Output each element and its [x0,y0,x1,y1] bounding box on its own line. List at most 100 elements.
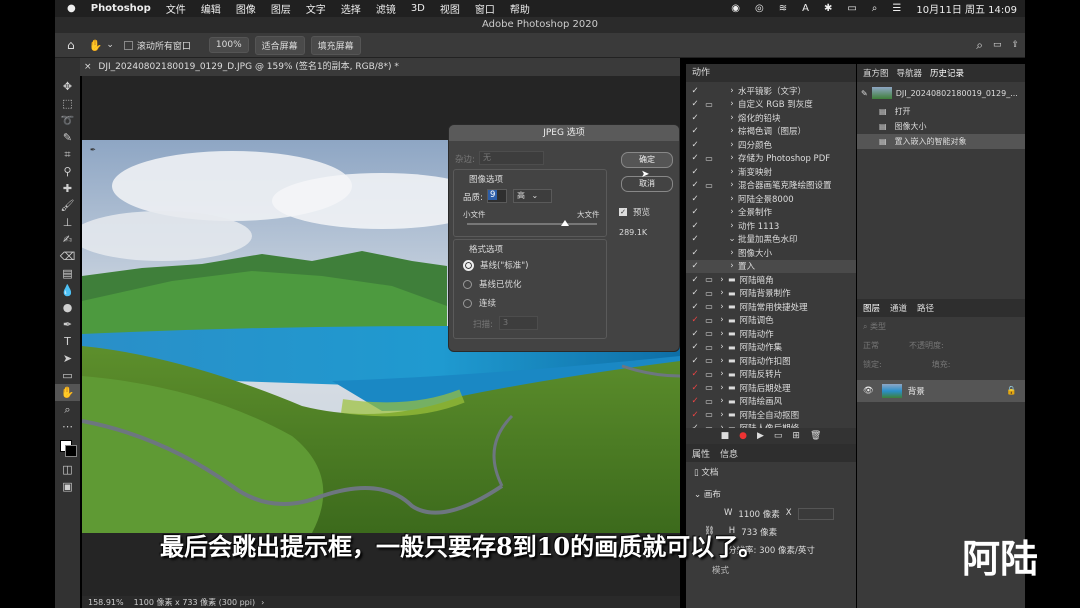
action-row[interactable]: ✓ › 图像大小 [686,246,856,260]
brush-tool-icon[interactable]: 🖌 [55,197,80,214]
zoom-level[interactable]: 158.91% [88,598,124,607]
dialog-toggle-icon[interactable]: ▭ [702,316,716,325]
document-size[interactable]: 1100 像素 x 733 像素 (300 ppi) [134,597,256,608]
checkmark-icon[interactable]: ✓ [688,275,702,285]
chevron-right-icon[interactable]: › [726,180,738,190]
action-row[interactable]: ✓ › 渐变映射 [686,165,856,179]
blur-tool-icon[interactable]: 💧 [55,282,80,299]
checkmark-icon[interactable]: ✓ [688,234,702,244]
menu-type[interactable]: 文字 [306,1,326,16]
quick-mask-icon[interactable]: ◫ [55,461,80,478]
action-row[interactable]: ✓ ▭ › ▬ 阿陆调色 [686,314,856,328]
app-menu[interactable]: Photoshop [91,3,151,14]
quality-slider[interactable] [467,220,597,226]
slider-thumb[interactable] [560,220,569,226]
menu-edit[interactable]: 编辑 [201,1,221,16]
record-icon[interactable]: ◉ [731,3,740,14]
fill-screen-button[interactable]: 填充屏幕 [310,35,361,55]
checkmark-icon[interactable]: ✓ [688,315,702,325]
home-icon[interactable]: ⌂ [67,38,75,52]
menu-file[interactable]: 文件 [166,1,186,16]
menu-select[interactable]: 选择 [341,1,361,16]
chevron-right-icon[interactable]: › [726,153,738,163]
checkmark-icon[interactable]: ✓ [688,221,702,231]
layer-row[interactable]: 👁 背景 🔒 [857,380,1025,402]
action-row[interactable]: ✓ ▭ › 混合器画笔克隆绘图设置 [686,179,856,193]
dialog-toggle-icon[interactable]: ▭ [702,329,716,338]
chevron-right-icon[interactable]: › [716,329,728,339]
checkmark-icon[interactable]: ✓ [688,369,702,379]
chevron-right-icon[interactable]: › [716,315,728,325]
hand-tool-icon[interactable]: ✋ [55,384,80,401]
pen-tool-icon[interactable]: ✒ [55,316,80,333]
action-row[interactable]: ✓ › 棕褐色调（图层） [686,125,856,139]
checkmark-icon[interactable]: ✓ [688,302,702,312]
color-swatches-icon[interactable] [55,435,80,461]
menu-layer[interactable]: 图层 [271,1,291,16]
tab-history[interactable]: 历史记录 [930,67,964,79]
record-icon[interactable]: ● [739,431,747,441]
lasso-tool-icon[interactable]: ➰ [55,112,80,129]
dodge-tool-icon[interactable]: ● [55,299,80,316]
action-row[interactable]: ✓ ▭ › ▬ 阿陆后期处理 [686,381,856,395]
chevron-right-icon[interactable]: › [726,207,738,217]
chevron-right-icon[interactable]: › [726,167,738,177]
action-row[interactable]: ✓ ▭ › ▬ 阿陆全自动抠图 [686,408,856,422]
fit-screen-button[interactable]: 适合屏幕 [254,35,305,55]
format-progressive-radio[interactable]: 连续 [463,297,496,309]
chevron-right-icon[interactable]: › [726,248,738,258]
document-tab[interactable]: × DJI_20240802180019_0129_D.JPG @ 159% (… [80,58,680,76]
dialog-toggle-icon[interactable]: ▭ [702,410,716,419]
checkmark-icon[interactable]: ✓ [688,167,702,177]
checkmark-icon[interactable]: ✓ [688,86,702,96]
checkmark-icon[interactable]: ✓ [688,99,702,109]
marquee-tool-icon[interactable]: ⬚ [55,95,80,112]
dialog-toggle-icon[interactable]: ▭ [702,302,716,311]
menu-view[interactable]: 视图 [440,1,460,16]
history-item[interactable]: ▤ 打开 [857,104,1025,119]
eraser-tool-icon[interactable]: ⌫ [55,248,80,265]
chevron-right-icon[interactable]: › [726,86,738,96]
chevron-right-icon[interactable]: › [716,369,728,379]
delete-icon[interactable]: 🗑 [810,431,821,441]
tab-actions[interactable]: 动作 [686,64,856,82]
gradient-tool-icon[interactable]: ▤ [55,265,80,282]
chevron-right-icon[interactable]: › [716,410,728,420]
quality-input[interactable]: 9 [487,189,507,203]
action-row[interactable]: ✓ ▭ › ▬ 阿陆动作 [686,327,856,341]
checkmark-icon[interactable]: ✓ [688,113,702,123]
history-item[interactable]: ▤ 置入嵌入的智能对象 [857,134,1025,149]
tab-histogram[interactable]: 直方图 [863,67,889,79]
type-tool-icon[interactable]: T [55,333,80,350]
move-tool-icon[interactable]: ✥ [55,78,80,95]
menu-image[interactable]: 图像 [236,1,256,16]
search-icon[interactable]: ⌕ [976,38,983,53]
checkmark-icon[interactable]: ✓ [688,383,702,393]
action-row[interactable]: ✓ › 四分颜色 [686,138,856,152]
dialog-toggle-icon[interactable]: ▭ [702,289,716,298]
action-row[interactable]: ✓ ▭ › ▬ 阿陆暗角 [686,273,856,287]
play-icon[interactable]: ▶ [757,431,764,441]
tab-navigator[interactable]: 导航器 [897,67,923,79]
hand-tool-icon[interactable]: ✋ [89,39,103,52]
shape-tool-icon[interactable]: ▭ [55,367,80,384]
dialog-toggle-icon[interactable]: ▭ [702,356,716,365]
action-row[interactable]: ✓ › 动作 1113 [686,219,856,233]
checkmark-icon[interactable]: ✓ [688,126,702,136]
eye-icon[interactable]: ◎ [755,3,764,14]
canvas-header[interactable]: ⌄ 画布 [694,488,848,500]
quality-level-select[interactable]: 高 ⌄ [513,189,552,203]
format-optimized-radio[interactable]: 基线已优化 [463,278,522,290]
zoom-tool-icon[interactable]: ⌕ [55,401,80,418]
close-icon[interactable]: × [84,62,92,72]
healing-tool-icon[interactable]: ✚ [55,180,80,197]
checkmark-icon[interactable]: ✓ [688,396,702,406]
checkmark-icon[interactable]: ✓ [688,410,702,420]
action-row[interactable]: ✓ › 阿陆全景8000 [686,192,856,206]
action-row[interactable]: ✓ ▭ › ▬ 阿陆常用快捷处理 [686,300,856,314]
action-row[interactable]: ✓ › 熔化的铅块 [686,111,856,125]
bluetooth-icon[interactable]: ✱ [824,3,832,14]
checkmark-icon[interactable]: ✓ [688,207,702,217]
screen-mode-icon[interactable]: ▣ [55,478,80,495]
battery-icon[interactable]: ▭ [847,3,856,14]
